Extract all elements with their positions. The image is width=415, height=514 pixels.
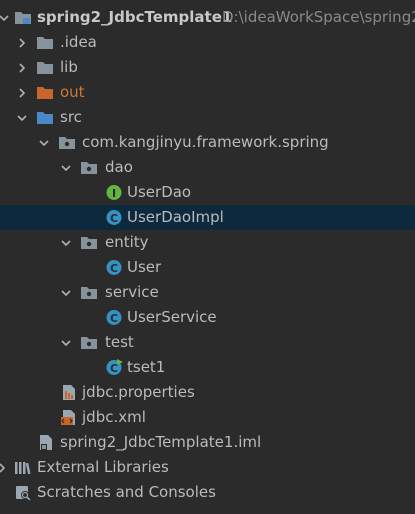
- xml-file-icon: [60, 409, 78, 426]
- package-icon: [80, 334, 98, 351]
- tree-label-out: out: [60, 83, 85, 101]
- tree-label-entity: entity: [105, 233, 149, 251]
- svg-text:C: C: [110, 262, 118, 275]
- tree-row-tset1[interactable]: C tset1: [0, 355, 415, 380]
- tree-row-out[interactable]: out: [0, 80, 415, 105]
- tree-label-lib: lib: [60, 58, 78, 76]
- tree-label-scratches: Scratches and Consoles: [37, 483, 216, 501]
- svg-text:C: C: [110, 362, 118, 375]
- svg-text:C: C: [110, 312, 118, 325]
- folder-icon: [36, 34, 54, 51]
- tree-row-user-service[interactable]: C UserService: [0, 305, 415, 330]
- tree-row-scratches[interactable]: Scratches and Consoles: [0, 480, 415, 505]
- tree-row-jdbc-xml[interactable]: jdbc.xml: [0, 405, 415, 430]
- chevron-down-icon[interactable]: [14, 105, 30, 130]
- properties-file-icon: [60, 384, 78, 401]
- source-folder-icon: [36, 109, 54, 126]
- java-interface-icon: I: [105, 184, 123, 201]
- module-file-icon: [37, 434, 55, 451]
- chevron-right-icon[interactable]: [14, 30, 30, 55]
- folder-icon: [36, 59, 54, 76]
- tree-row-user-dao-impl[interactable]: C UserDaoImpl: [0, 205, 415, 230]
- tree-row-jdbc-properties[interactable]: jdbc.properties: [0, 380, 415, 405]
- java-class-runnable-icon: C: [105, 359, 123, 376]
- chevron-down-icon[interactable]: [58, 230, 74, 255]
- java-class-icon: C: [105, 309, 123, 326]
- tree-row-idea[interactable]: .idea: [0, 30, 415, 55]
- chevron-down-icon[interactable]: [58, 280, 74, 305]
- chevron-down-icon[interactable]: [58, 155, 74, 180]
- chevron-down-icon[interactable]: [36, 130, 52, 155]
- java-class-icon: C: [105, 209, 123, 226]
- tree-row-iml[interactable]: spring2_JdbcTemplate1.iml: [0, 430, 415, 455]
- excluded-folder-icon: [36, 84, 54, 101]
- tree-row-user[interactable]: C User: [0, 255, 415, 280]
- java-class-icon: C: [105, 259, 123, 276]
- svg-text:C: C: [110, 212, 118, 225]
- chevron-right-icon[interactable]: [14, 55, 30, 80]
- project-path: D:\ideaWorkSpace\spring2_JdbcTemplate1: [222, 8, 415, 26]
- tree-row-external-libraries[interactable]: External Libraries: [0, 455, 415, 480]
- tree-label-jdbc-properties: jdbc.properties: [82, 383, 195, 401]
- package-icon: [80, 284, 98, 301]
- tree-row-dao[interactable]: dao: [0, 155, 415, 180]
- package-icon: [80, 159, 98, 176]
- scratches-icon: [14, 484, 32, 501]
- tree-label-dao: dao: [105, 158, 133, 176]
- tree-label-user: User: [127, 258, 162, 276]
- tree-row-test[interactable]: test: [0, 330, 415, 355]
- project-folder-icon: [14, 9, 32, 26]
- tree-label-user-dao-impl: UserDaoImpl: [127, 208, 224, 226]
- tree-label-src: src: [60, 108, 82, 126]
- tree-label-test: test: [105, 333, 134, 351]
- tree-label-jdbc-xml: jdbc.xml: [82, 408, 146, 426]
- tree-label-user-service: UserService: [127, 308, 217, 326]
- chevron-right-icon[interactable]: [0, 455, 10, 480]
- project-name: spring2_JdbcTemplate1: [37, 8, 233, 26]
- package-icon: [80, 234, 98, 251]
- package-icon: [58, 134, 76, 151]
- chevron-down-icon[interactable]: [0, 5, 12, 30]
- chevron-right-icon[interactable]: [14, 80, 30, 105]
- tree-row-lib[interactable]: lib: [0, 55, 415, 80]
- tree-label-user-dao: UserDao: [127, 183, 192, 201]
- tree-label-package: com.kangjinyu.framework.spring: [82, 133, 329, 151]
- chevron-down-icon[interactable]: [58, 330, 74, 355]
- tree-row-entity[interactable]: entity: [0, 230, 415, 255]
- tree-row-service[interactable]: service: [0, 280, 415, 305]
- tree-row-user-dao[interactable]: I UserDao: [0, 180, 415, 205]
- tree-row-project-root[interactable]: spring2_JdbcTemplate1 D:\ideaWorkSpace\s…: [0, 5, 415, 30]
- tree-row-src[interactable]: src: [0, 105, 415, 130]
- tree-label-external-libraries: External Libraries: [37, 458, 169, 476]
- tree-label-iml: spring2_JdbcTemplate1.iml: [60, 433, 262, 451]
- tree-label-service: service: [105, 283, 159, 301]
- tree-label-tset1: tset1: [127, 358, 166, 376]
- libraries-icon: [14, 459, 32, 476]
- svg-text:I: I: [112, 187, 116, 200]
- project-tree: spring2_JdbcTemplate1 D:\ideaWorkSpace\s…: [0, 0, 415, 514]
- tree-label-idea: .idea: [60, 33, 97, 51]
- tree-row-package[interactable]: com.kangjinyu.framework.spring: [0, 130, 415, 155]
